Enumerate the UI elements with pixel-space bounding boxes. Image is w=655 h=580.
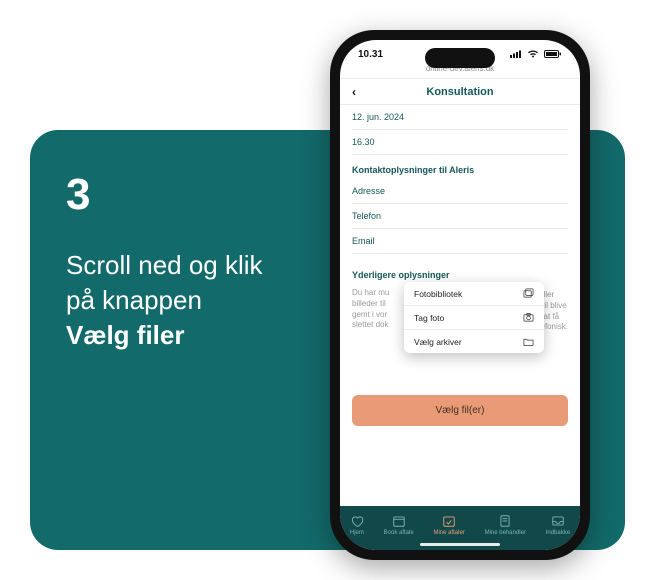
calendar-icon (392, 514, 406, 528)
extra-heading: Yderligere oplysninger (352, 260, 568, 284)
file-source-popover: Fotobibliotek Tag foto Vælg arkiver (404, 282, 544, 353)
wifi-icon (527, 50, 539, 58)
tab-label: Indbakke (546, 530, 570, 536)
content-area: 12. jun. 2024 16.30 Kontaktoplysninger t… (340, 105, 580, 506)
phone-screen: 10.31 online-dev.aleris.dk ‹ Konsultatio… (340, 40, 580, 550)
instruction-line1: Scroll ned og klik (66, 250, 263, 280)
home-indicator (420, 543, 500, 546)
status-indicators (508, 49, 562, 60)
status-time: 10.31 (358, 49, 383, 60)
body-l2: billeder til (352, 299, 386, 308)
body-l3: gemt i vor (352, 310, 387, 319)
popover-tag-foto[interactable]: Tag foto (404, 306, 544, 330)
notch (425, 48, 495, 68)
inbox-icon (551, 514, 565, 528)
choose-files-button[interactable]: Vælg fil(er) (352, 395, 568, 426)
popover-item-label: Fotobibliotek (414, 289, 462, 299)
contact-heading: Kontaktoplysninger til Aleris (352, 155, 568, 179)
popover-fotobibliotek[interactable]: Fotobibliotek (404, 282, 544, 306)
back-button[interactable]: ‹ (352, 85, 356, 99)
body-l4: slettet dok (352, 320, 388, 329)
tab-indbakke[interactable]: Indbakke (546, 514, 570, 536)
battery-icon (544, 50, 562, 58)
calendar-check-icon (442, 514, 456, 528)
address-field[interactable]: Adresse (352, 179, 568, 204)
body-l1: Du har mu (352, 288, 389, 297)
tab-hjem[interactable]: Hjem (350, 514, 364, 536)
appointment-time: 16.30 (352, 130, 568, 155)
tab-label: Book aftale (384, 530, 414, 536)
tab-mine-aftaler[interactable]: Mine aftaler (433, 514, 464, 536)
popover-item-label: Vælg arkiver (414, 337, 462, 347)
tab-label: Mine behandler (485, 530, 526, 536)
tab-book-aftale[interactable]: Book aftale (384, 514, 414, 536)
phone-frame: 10.31 online-dev.aleris.dk ‹ Konsultatio… (330, 30, 590, 560)
tab-label: Mine aftaler (433, 530, 464, 536)
appointment-date: 12. jun. 2024 (352, 105, 568, 130)
folder-icon (523, 336, 534, 347)
instruction-bold: Vælg filer (66, 320, 184, 350)
heart-icon (350, 514, 364, 528)
app-header: ‹ Konsultation (340, 79, 580, 105)
header-title: Konsultation (426, 86, 493, 98)
phone-field[interactable]: Telefon (352, 204, 568, 229)
photo-library-icon (523, 288, 534, 299)
document-icon (498, 514, 512, 528)
tab-label: Hjem (350, 530, 364, 536)
popover-vaelg-arkiver[interactable]: Vælg arkiver (404, 330, 544, 353)
cellular-icon (510, 50, 522, 58)
tab-mine-behandler[interactable]: Mine behandler (485, 514, 526, 536)
popover-item-label: Tag foto (414, 313, 444, 323)
instruction-line2: på knappen (66, 285, 202, 315)
camera-icon (523, 312, 534, 323)
email-field[interactable]: Email (352, 229, 568, 254)
popover-anchor: Du har mu billeder til gemt i vor slette… (352, 284, 568, 337)
